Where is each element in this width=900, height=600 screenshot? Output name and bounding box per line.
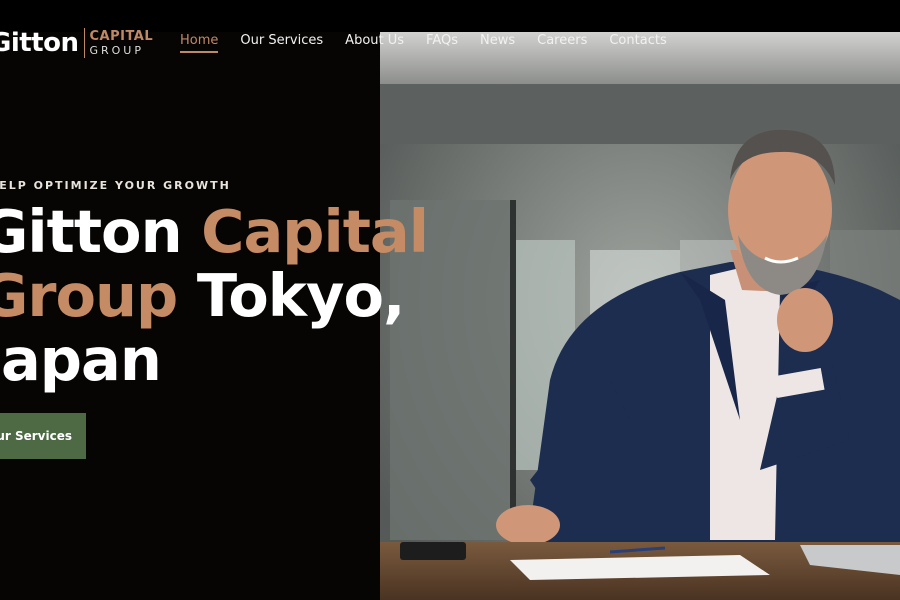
headline-line-3: Japan	[0, 325, 162, 394]
logo-subtitle: CAPITAL GROUP	[89, 30, 153, 56]
logo-divider	[84, 28, 86, 58]
hero-photo	[380, 0, 900, 600]
nav-item-home[interactable]: Home	[180, 33, 219, 53]
our-services-button[interactable]: Our Services	[0, 413, 86, 459]
headline-line-1: Gitton Capital	[0, 197, 429, 266]
brand-logo[interactable]: Gitton CAPITAL GROUP	[0, 28, 153, 58]
headline-word-tokyo: Tokyo,	[177, 261, 406, 330]
nav-item-faqs[interactable]: FAQs	[426, 33, 458, 48]
logo-group: GROUP	[89, 44, 144, 57]
hero-headline: Gitton Capital Group Tokyo, Japan	[0, 197, 429, 394]
logo-capital: CAPITAL	[89, 29, 154, 44]
main-navigation: Gitton CAPITAL GROUP Home Our Services A…	[0, 24, 900, 64]
nav-item-contacts[interactable]: Contacts	[609, 33, 666, 48]
headline-word-capital: Capital	[201, 197, 429, 266]
nav-item-careers[interactable]: Careers	[537, 33, 587, 48]
nav-item-our-services[interactable]: Our Services	[240, 33, 323, 48]
headline-line-2: Group Tokyo,	[0, 264, 428, 328]
nav-item-news[interactable]: News	[480, 33, 515, 48]
headline-word-group: Group	[0, 261, 178, 330]
hero-eyebrow: HELP OPTIMIZE YOUR GROWTH	[0, 179, 231, 192]
nav-menu: Home Our Services About Us FAQs News Car…	[180, 33, 689, 53]
headline-word-gitton: Gitton	[0, 197, 202, 266]
businessman-photo	[380, 0, 900, 600]
nav-item-about-us[interactable]: About Us	[345, 33, 404, 48]
brand-name: Gitton	[0, 28, 79, 58]
